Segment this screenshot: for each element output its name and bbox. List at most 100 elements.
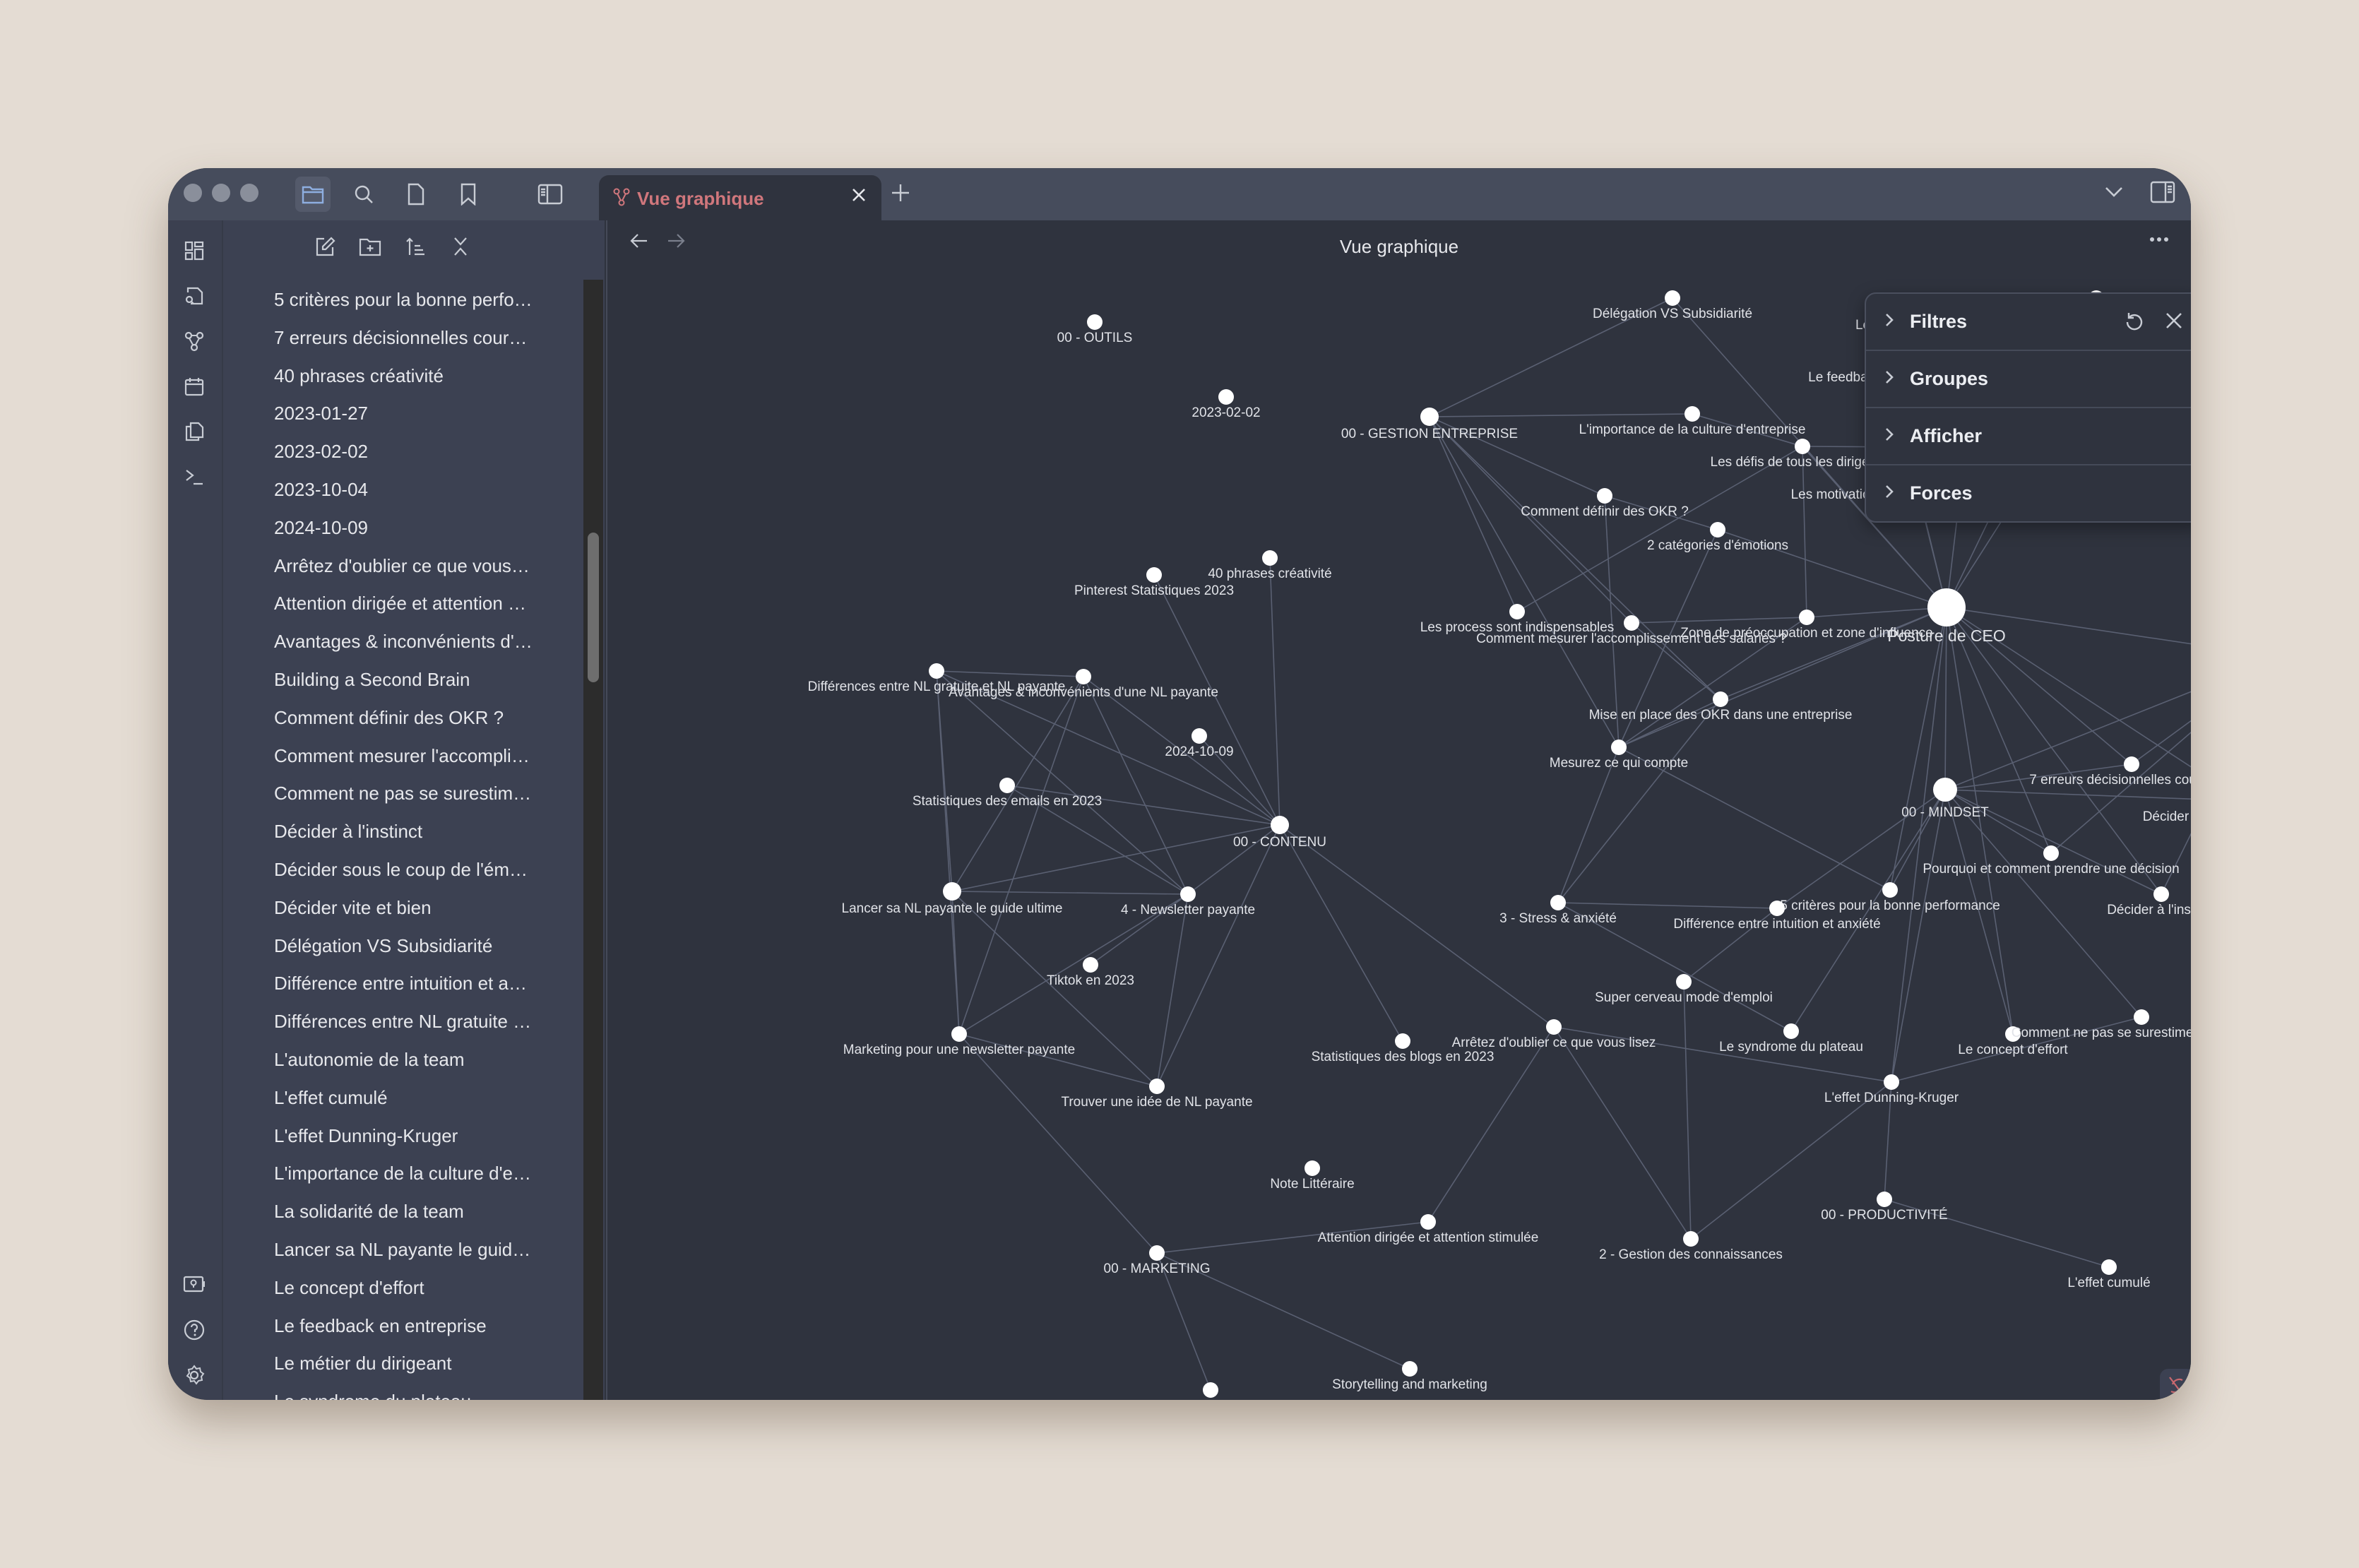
graph-node[interactable]: Posture de CEO xyxy=(1887,588,2006,645)
graph-node[interactable]: 2 catégories d'émotions xyxy=(1647,522,1788,553)
bookmark-icon[interactable] xyxy=(451,177,486,212)
folder-icon[interactable] xyxy=(295,177,331,212)
graph-node[interactable]: 2024-10-09 xyxy=(1165,728,1234,759)
node-circle[interactable] xyxy=(1927,588,1966,626)
node-circle[interactable] xyxy=(1933,778,1957,802)
file-item[interactable]: Le métier du dirigeant xyxy=(223,1345,605,1383)
file-item[interactable]: Comment définir des OKR ? xyxy=(223,699,605,737)
file-item[interactable]: Décider sous le coup de l'ém… xyxy=(223,851,605,889)
node-circle[interactable] xyxy=(1710,522,1725,537)
vault-icon[interactable] xyxy=(178,1269,210,1301)
node-circle[interactable] xyxy=(1146,567,1162,583)
section-filtres[interactable]: Filtres xyxy=(1866,294,2191,351)
node-circle[interactable] xyxy=(1395,1033,1410,1049)
node-circle[interactable] xyxy=(2124,756,2139,772)
graph-node[interactable]: 00 - CONTENU xyxy=(1233,816,1326,850)
node-circle[interactable] xyxy=(1420,1214,1436,1230)
chevron-down-icon[interactable] xyxy=(2105,185,2123,203)
node-circle[interactable] xyxy=(1799,610,1814,625)
collapse-icon[interactable] xyxy=(444,230,477,263)
graph-node[interactable]: 4 - Newsletter payante xyxy=(1121,886,1255,917)
graph-node[interactable]: 5 critères pour la bonne performance xyxy=(1780,882,2000,913)
node-circle[interactable] xyxy=(1713,691,1728,707)
sort-icon[interactable] xyxy=(399,230,432,263)
terminal-icon[interactable] xyxy=(178,461,210,493)
graph-node[interactable]: 00 - PRODUCTIVITÉ xyxy=(1821,1192,1948,1223)
animate-toggle-button[interactable] xyxy=(2160,1369,2191,1400)
file-item[interactable]: L'importance de la culture d'e… xyxy=(223,1155,605,1193)
node-circle[interactable] xyxy=(1203,1382,1218,1398)
graph-node[interactable]: Pourquoi et comment prendre une décision xyxy=(1923,845,2180,877)
file-item[interactable]: 2023-02-02 xyxy=(223,433,605,471)
file-item[interactable]: Décider vite et bien xyxy=(223,889,605,927)
graph-node[interactable]: L'effet cumulé xyxy=(2067,1259,2151,1290)
tab-graph-view[interactable]: Vue graphique xyxy=(599,175,881,222)
node-circle[interactable] xyxy=(1149,1245,1165,1261)
node-circle[interactable] xyxy=(1877,1192,1892,1207)
node-circle[interactable] xyxy=(1083,957,1098,973)
section-groupes[interactable]: Groupes xyxy=(1866,351,2191,408)
node-circle[interactable] xyxy=(929,663,944,679)
section-afficher[interactable]: Afficher xyxy=(1866,408,2191,465)
node-circle[interactable] xyxy=(1076,669,1091,684)
file-item[interactable]: L'autonomie de la team xyxy=(223,1041,605,1079)
graph-node[interactable]: Mise en place des OKR dans une entrepris… xyxy=(1589,691,1853,723)
node-circle[interactable] xyxy=(1783,1023,1799,1039)
file-item[interactable]: L'effet cumulé xyxy=(223,1079,605,1117)
node-circle[interactable] xyxy=(943,882,961,901)
file-item[interactable]: Le concept d'effort xyxy=(223,1269,605,1307)
file-item[interactable]: 40 phrases créativité xyxy=(223,357,605,396)
graph-node[interactable]: Arrêtez d'oublier ce que vous lisez xyxy=(1452,1019,1656,1050)
graph-node[interactable]: Délégation VS Subsidiarité xyxy=(1593,290,1752,321)
graph-node[interactable]: Attention dirigée et attention stimulée xyxy=(1318,1214,1539,1245)
close-window-button[interactable] xyxy=(184,184,202,202)
graph-node[interactable]: Comment ne pas se surestimer soi-même ? xyxy=(2012,1009,2191,1040)
node-circle[interactable] xyxy=(1087,314,1103,330)
graph-node[interactable]: 3 - Stress & anxiété xyxy=(1499,895,1617,926)
file-item[interactable]: Arrêtez d'oublier ce que vous… xyxy=(223,547,605,586)
graph-icon[interactable] xyxy=(178,325,210,357)
graph-node[interactable]: 00 - GESTION ENTREPRISE xyxy=(1341,408,1518,441)
graph-node[interactable]: 00 - MARKETING xyxy=(1104,1245,1211,1276)
node-circle[interactable] xyxy=(1149,1079,1165,1094)
graph-node[interactable]: Lancer sa NL payante le guide ultime xyxy=(842,882,1063,916)
graph-node[interactable]: Décider à l'instinct xyxy=(2107,886,2191,917)
graph-node[interactable]: Building a Second Brain xyxy=(1139,1382,1283,1400)
node-circle[interactable] xyxy=(1305,1160,1320,1176)
node-circle[interactable] xyxy=(1509,604,1525,619)
plus-icon[interactable] xyxy=(890,182,911,207)
file-item[interactable]: 7 erreurs décisionnelles cour… xyxy=(223,319,605,357)
node-circle[interactable] xyxy=(951,1026,967,1042)
file-item[interactable]: 2024-10-09 xyxy=(223,509,605,547)
node-circle[interactable] xyxy=(1624,615,1639,631)
file-item[interactable]: Attention dirigée et attention … xyxy=(223,585,605,623)
file-item[interactable]: Avantages & inconvénients d'… xyxy=(223,623,605,661)
node-circle[interactable] xyxy=(1420,408,1439,426)
node-circle[interactable] xyxy=(1546,1019,1562,1035)
graph-node[interactable]: Trouver une idée de NL payante xyxy=(1061,1079,1253,1110)
graph-node[interactable]: 2023-02-02 xyxy=(1192,389,1261,420)
graph-node[interactable]: Marketing pour une newsletter payante xyxy=(843,1026,1075,1057)
node-circle[interactable] xyxy=(2153,886,2169,902)
node-circle[interactable] xyxy=(1665,290,1680,306)
node-circle[interactable] xyxy=(1611,740,1627,755)
sidebar-right-icon[interactable] xyxy=(2150,181,2175,207)
file-item[interactable]: 5 critères pour la bonne perfo… xyxy=(223,281,605,319)
graph-node[interactable]: Les process sont indispensables xyxy=(1420,604,1615,635)
node-circle[interactable] xyxy=(1684,406,1700,422)
file-item[interactable]: La solidarité de la team xyxy=(223,1193,605,1231)
node-circle[interactable] xyxy=(1550,895,1566,910)
graph-node[interactable]: Le syndrome du plateau xyxy=(1719,1023,1863,1055)
close-tab-icon[interactable] xyxy=(850,186,867,207)
graph-node[interactable]: 00 - OUTILS xyxy=(1057,314,1133,345)
graph-node[interactable]: Mesurez ce qui compte xyxy=(1550,740,1688,771)
node-circle[interactable] xyxy=(1597,488,1612,504)
graph-node[interactable]: Comment définir des OKR ? xyxy=(1521,488,1689,519)
file-item[interactable]: Différences entre NL gratuite … xyxy=(223,1003,605,1041)
calendar-icon[interactable] xyxy=(178,370,210,403)
grid-icon[interactable] xyxy=(178,234,210,267)
file-item[interactable]: 2023-01-27 xyxy=(223,395,605,433)
minimize-window-button[interactable] xyxy=(212,184,230,202)
node-circle[interactable] xyxy=(1192,728,1207,744)
file-item[interactable]: Building a Second Brain xyxy=(223,661,605,699)
